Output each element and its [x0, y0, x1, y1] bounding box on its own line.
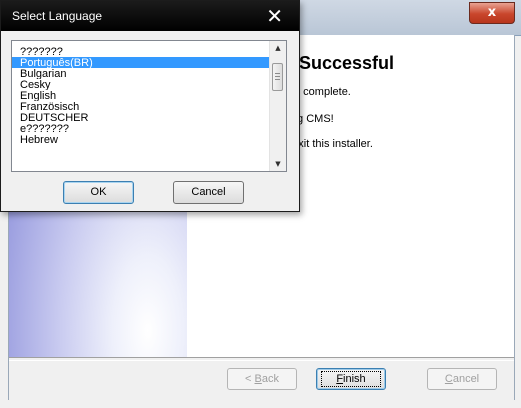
button-area-separator — [9, 357, 514, 361]
dialog-close-button[interactable]: ✕ — [266, 4, 283, 28]
language-list-scrollbar[interactable]: ▲ ▼ — [269, 41, 286, 171]
grip-icon — [275, 73, 280, 80]
close-icon: x — [487, 5, 497, 20]
close-icon: ✕ — [266, 4, 283, 28]
select-language-dialog: Select Language ✕ ??????? Português(BR) Bu… — [0, 0, 300, 212]
scroll-up-icon[interactable]: ▲ — [270, 41, 286, 55]
language-option[interactable]: Cesky — [12, 79, 270, 90]
language-list: ??????? Português(BR) Bulgarian Cesky Englis… — [12, 41, 270, 145]
language-option[interactable]: DEUTSCHER — [12, 112, 270, 123]
scroll-down-icon[interactable]: ▼ — [270, 157, 286, 171]
finish-button[interactable]: Finish — [316, 368, 386, 390]
ok-button[interactable]: OK — [63, 181, 134, 204]
installer-close-button[interactable]: x — [469, 2, 515, 24]
scroll-thumb[interactable] — [272, 63, 283, 91]
back-button[interactable]: < Back — [227, 368, 297, 390]
dialog-cancel-button[interactable]: Cancel — [173, 181, 244, 204]
language-option[interactable]: Português(BR) — [12, 57, 270, 68]
language-option[interactable]: English — [12, 90, 270, 101]
installer-cancel-button[interactable]: Cancel — [427, 368, 497, 390]
language-option[interactable]: e??????? — [12, 123, 270, 134]
language-option[interactable]: Hebrew — [12, 134, 270, 145]
language-listbox[interactable]: ??????? Português(BR) Bulgarian Cesky Englis… — [11, 40, 287, 172]
language-option[interactable]: Bulgarian — [12, 68, 270, 79]
language-option[interactable]: ??????? — [12, 41, 270, 57]
language-option[interactable]: Französisch — [12, 101, 270, 112]
dialog-title: Select Language — [12, 9, 103, 23]
dialog-titlebar[interactable]: Select Language ✕ — [1, 1, 299, 31]
